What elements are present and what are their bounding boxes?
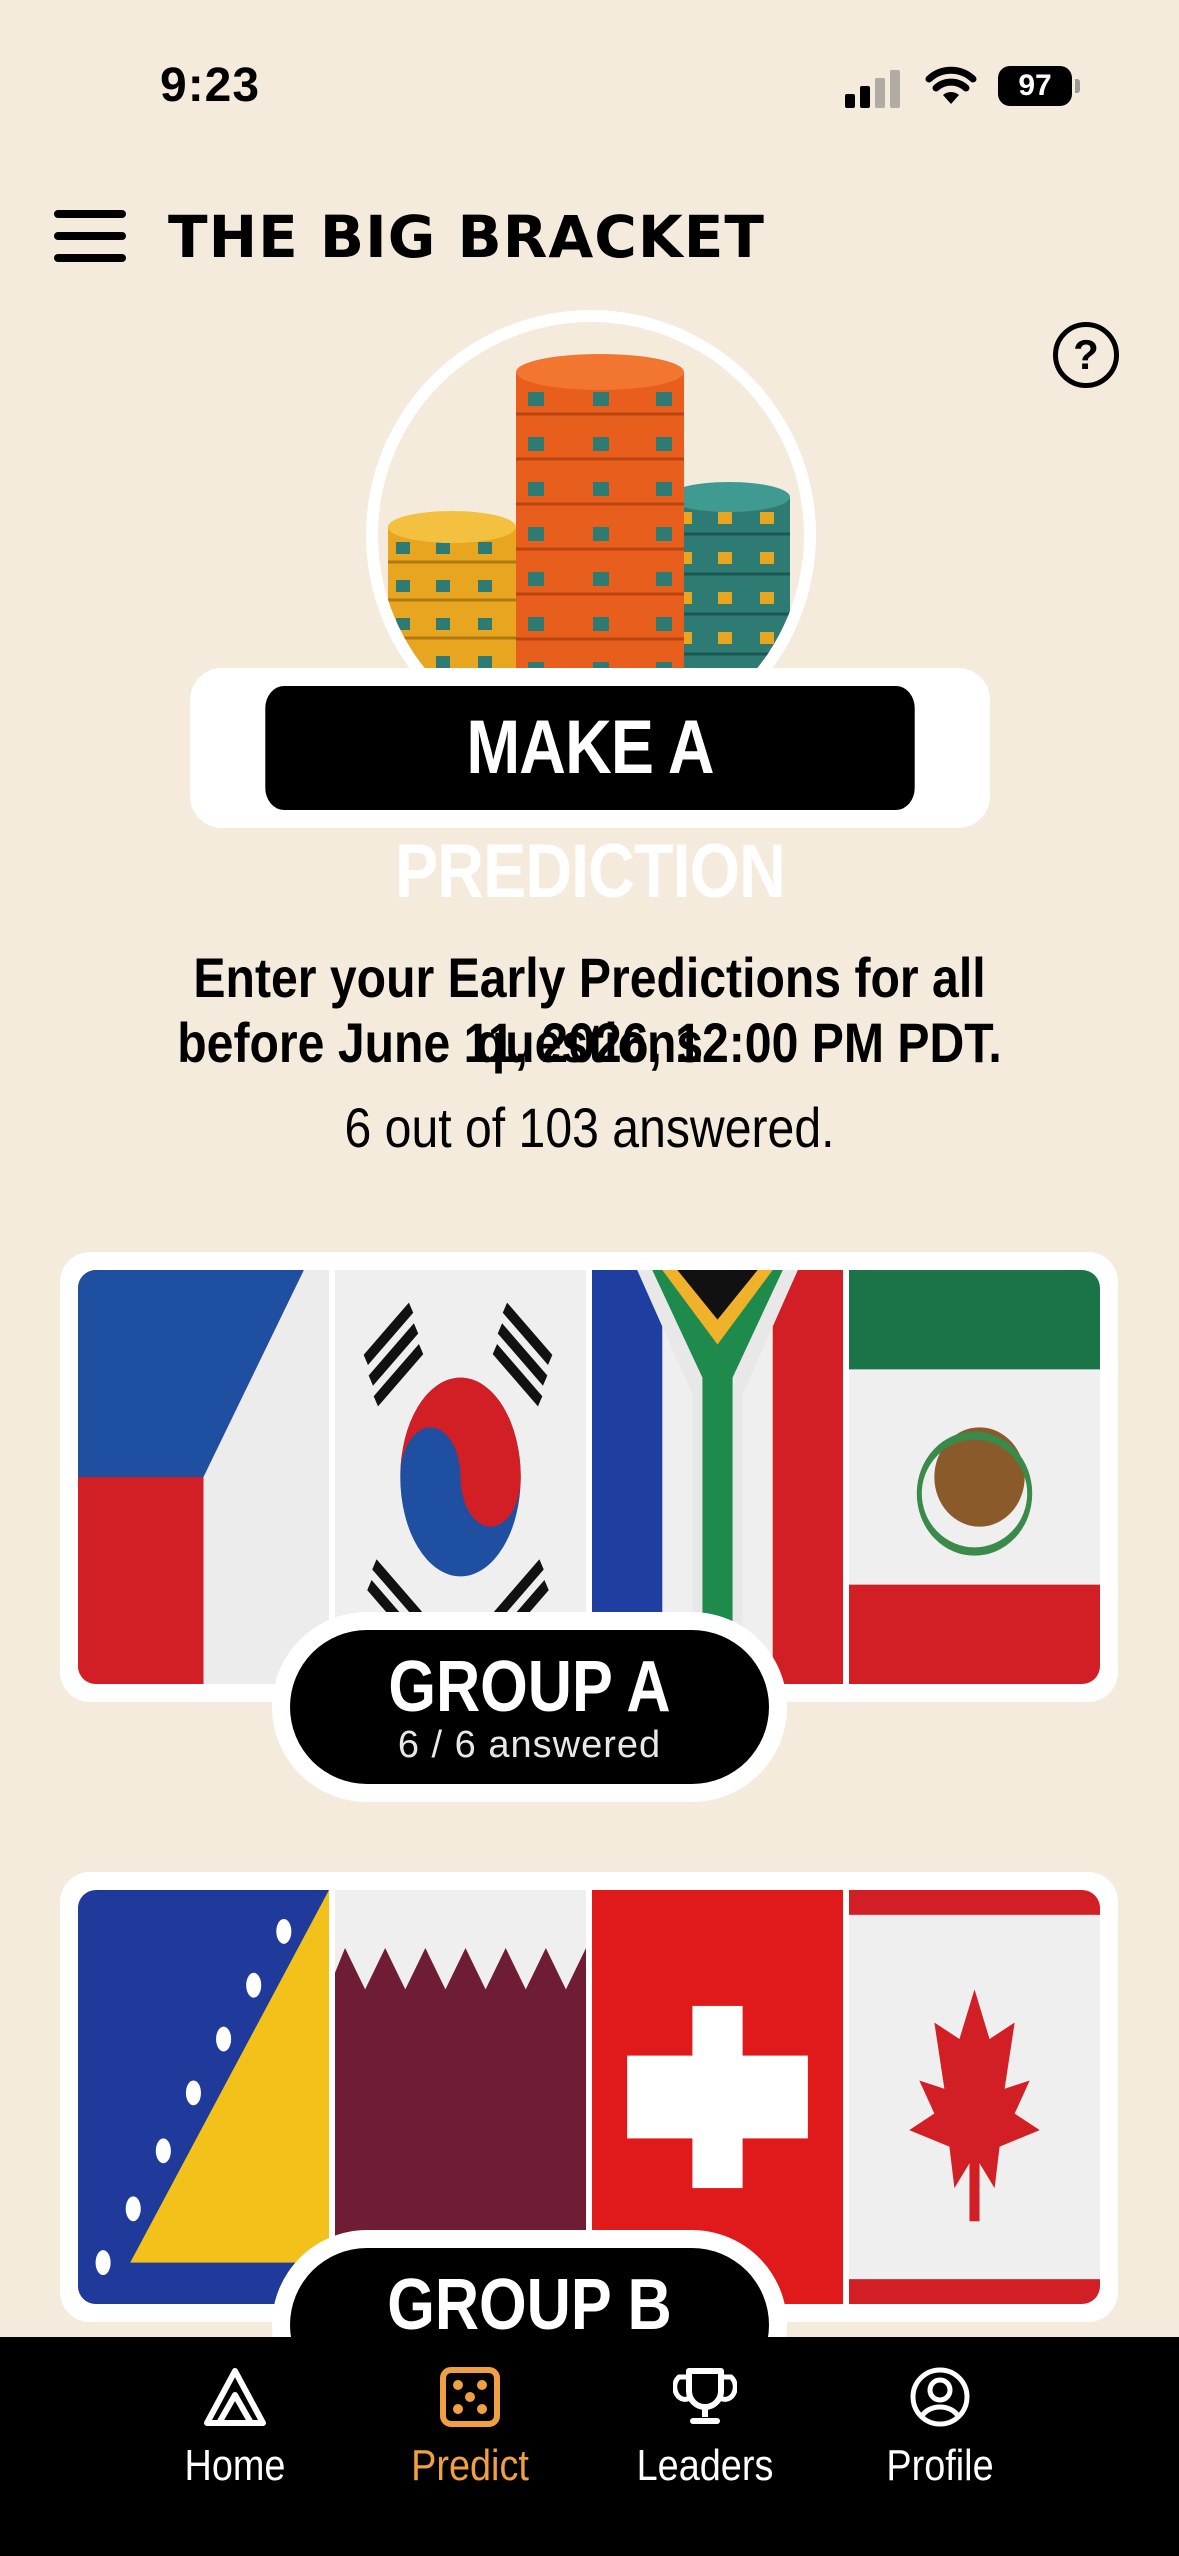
app-title: THE BIG BRACKET [168, 203, 765, 271]
group-a-pill[interactable]: GROUP A 6 / 6 answered [272, 1612, 787, 1802]
group-a-answered: 6 / 6 answered [397, 1724, 662, 1766]
nav-profile-label: Profile [886, 2441, 994, 2490]
battery-icon: 97 [998, 66, 1080, 106]
nav-profile[interactable]: Profile [840, 2365, 1040, 2491]
user-circle-icon [910, 2367, 970, 2427]
hamburger-icon[interactable] [54, 210, 126, 262]
status-bar: 9:23 97 [0, 0, 1179, 160]
answered-progress-text: 6 out of 103 answered. [344, 1096, 835, 1159]
mexico-flag-icon [849, 1270, 1100, 1684]
nav-home-label: Home [184, 2441, 286, 2490]
status-time: 9:23 [160, 59, 261, 112]
bosnia-flag-icon [78, 1890, 329, 2304]
dice-icon [440, 2367, 500, 2427]
question-mark-icon[interactable]: ? [1053, 322, 1119, 388]
make-prediction-label: MAKE A PREDICTION [265, 686, 915, 914]
home-triangle-icon [204, 2368, 266, 2426]
wifi-icon [925, 66, 977, 104]
deadline-text-line2: before June 11, 2026, 12:00 PM PDT. [177, 1011, 1002, 1074]
cellular-signal-icon [845, 70, 900, 108]
canada-flag-icon [849, 1890, 1100, 2304]
group-a-name: GROUP A [388, 1647, 671, 1727]
trophy-icon [673, 2368, 737, 2424]
nav-predict-label: Predict [411, 2441, 529, 2490]
bottom-nav: Home Predict Leaders Profile [0, 2337, 1179, 2556]
nav-leaders-label: Leaders [636, 2441, 774, 2490]
czechia-flag-icon [78, 1270, 329, 1684]
nav-leaders[interactable]: Leaders [605, 2365, 805, 2491]
battery-level: 97 [998, 66, 1072, 106]
make-prediction-button[interactable]: MAKE A PREDICTION [190, 668, 990, 914]
nav-home[interactable]: Home [135, 2365, 335, 2491]
nav-predict[interactable]: Predict [370, 2365, 570, 2491]
group-b-name: GROUP B [387, 2265, 672, 2345]
